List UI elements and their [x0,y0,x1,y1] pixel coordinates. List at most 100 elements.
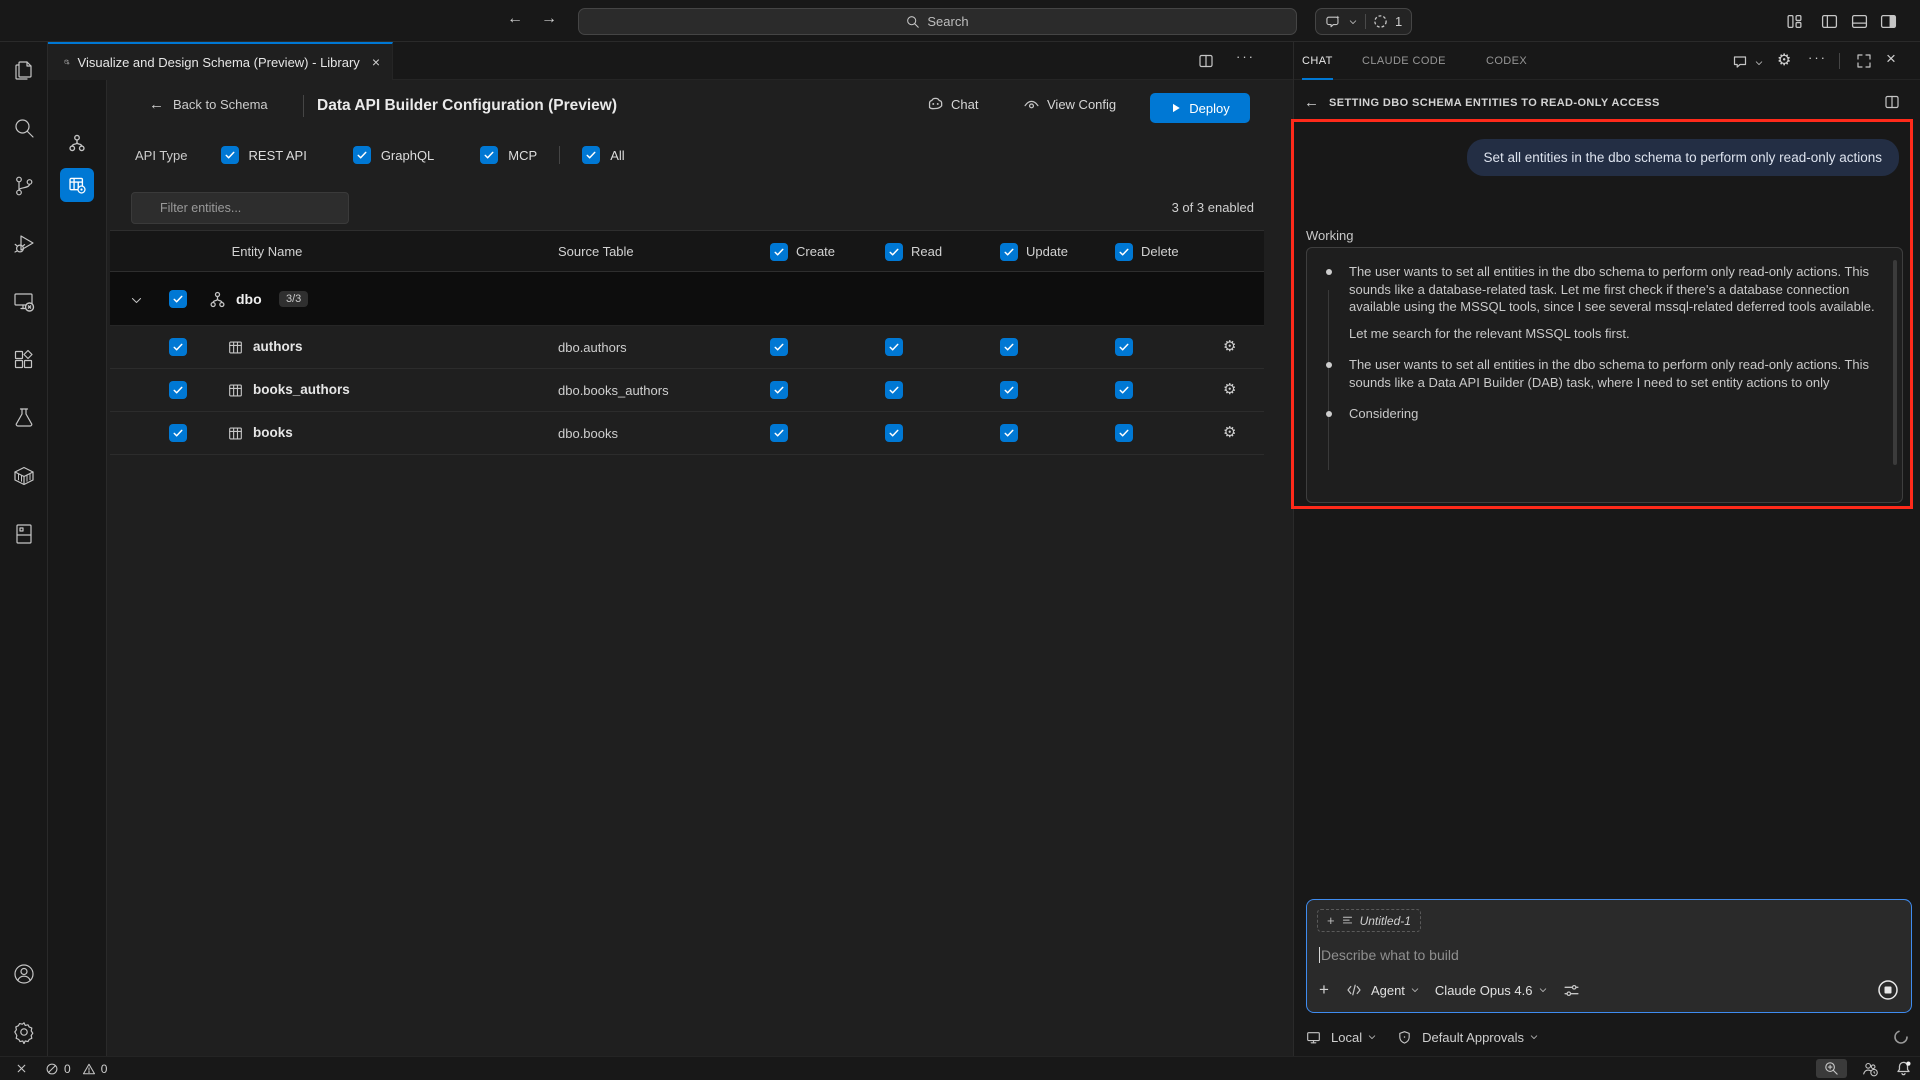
chat-more-icon[interactable]: ··· [1808,50,1827,65]
filter-entities-input[interactable] [131,192,349,224]
mode-selector[interactable]: Agent [1371,983,1420,998]
back-to-schema-button[interactable]: ← Back to Schema [149,96,268,113]
row-settings-gear-icon[interactable]: ⚙ [1223,337,1236,355]
create-checkbox[interactable] [770,338,788,356]
tab-codex[interactable]: CODEX [1486,42,1527,80]
chevron-down-icon[interactable] [1754,58,1764,68]
thought-scrollbar[interactable] [1893,260,1897,465]
table-row[interactable]: authors dbo.authors ⚙ [110,326,1264,369]
update-checkbox[interactable] [1000,424,1018,442]
dab-config-view-button[interactable] [60,168,94,202]
editor-actions-more-icon[interactable]: ··· [1236,49,1255,64]
schema-group-row-dbo[interactable]: dbo 3/3 [110,272,1264,326]
bullet-dot [1326,411,1332,417]
command-search-input[interactable]: Search [578,8,1297,35]
approvals-selector[interactable]: Default Approvals [1422,1030,1539,1045]
rest-api-checkbox[interactable] [221,146,239,164]
read-checkbox[interactable] [885,424,903,442]
customize-layout-icon[interactable] [1786,13,1803,30]
row-checkbox[interactable] [169,381,187,399]
divider [1839,53,1840,69]
toggle-primary-sidebar-icon[interactable] [1821,13,1838,30]
progress-circle-icon[interactable] [1373,14,1388,29]
thought-item: The user wants to set all entities in th… [1323,263,1876,342]
close-panel-icon[interactable]: × [1886,49,1896,69]
source-control-icon[interactable] [12,174,36,198]
update-checkbox[interactable] [1000,381,1018,399]
chat-button[interactable]: Chat [927,96,978,113]
tools-sliders-icon[interactable] [1563,982,1580,999]
table-row[interactable]: books dbo.books ⚙ [110,412,1264,455]
model-selector[interactable]: Claude Opus 4.6 [1435,983,1548,998]
nav-forward-icon[interactable]: → [541,10,557,28]
col-create-checkbox[interactable] [770,243,788,261]
tab-visualize-schema[interactable]: Visualize and Design Schema (Preview) - … [48,42,393,80]
row-checkbox[interactable] [169,338,187,356]
col-update-checkbox[interactable] [1000,243,1018,261]
environment-selector[interactable]: Local [1331,1030,1377,1045]
expand-icon[interactable] [1856,53,1872,69]
mcp-checkbox[interactable] [480,146,498,164]
deploy-button[interactable]: Deploy [1150,93,1250,123]
toggle-secondary-sidebar-icon[interactable] [1880,13,1897,30]
delete-checkbox[interactable] [1115,424,1133,442]
add-context-icon[interactable]: + [1327,913,1335,928]
comment-icon[interactable] [1732,54,1748,70]
extensions-icon[interactable] [12,348,36,372]
all-checkbox[interactable] [582,146,600,164]
settings-gear-icon[interactable] [12,1020,36,1044]
split-editor-icon[interactable] [1198,53,1214,69]
create-checkbox[interactable] [770,381,788,399]
copilot-chat-icon[interactable] [1325,14,1341,30]
run-debug-icon[interactable] [12,232,36,256]
activity-bar [0,42,48,1056]
explorer-icon[interactable] [12,58,36,82]
stop-button[interactable] [1877,979,1899,1001]
remote-explorer-icon[interactable] [12,290,36,314]
toggle-panel-icon[interactable] [1851,13,1868,30]
schema-view-icon[interactable] [68,134,86,152]
chat-input-field[interactable]: Describe what to build [1319,947,1459,963]
account-icon[interactable] [12,962,36,986]
row-checkbox[interactable] [169,424,187,442]
container-icon[interactable] [12,464,36,488]
context-chip[interactable]: + Untitled-1 [1317,909,1421,932]
update-checkbox[interactable] [1000,338,1018,356]
open-session-editor-icon[interactable] [1884,94,1900,110]
delete-checkbox[interactable] [1115,381,1133,399]
row-settings-gear-icon[interactable]: ⚙ [1223,423,1236,441]
chevron-down-icon[interactable] [1348,17,1358,27]
chevron-down-icon[interactable] [130,294,143,307]
agent-mode-icon[interactable] [1346,982,1362,998]
col-read-checkbox[interactable] [885,243,903,261]
group-checkbox[interactable] [169,290,187,308]
session-back-icon[interactable]: ← [1304,94,1319,111]
read-checkbox[interactable] [885,381,903,399]
remote-indicator-icon[interactable] [14,1061,29,1076]
view-config-button[interactable]: View Config [1023,96,1116,113]
attach-icon[interactable]: + [1319,980,1329,1000]
create-checkbox[interactable] [770,424,788,442]
chat-input-box[interactable]: + Untitled-1 Describe what to build + Ag… [1306,899,1912,1013]
testing-icon[interactable] [12,406,36,430]
table-row[interactable]: books_authors dbo.books_authors ⚙ [110,369,1264,412]
tab-chat[interactable]: CHAT [1302,42,1333,80]
search-sidebar-icon[interactable] [12,116,36,140]
row-settings-gear-icon[interactable]: ⚙ [1223,380,1236,398]
storage-icon[interactable] [12,522,36,546]
copilot-control-group[interactable]: 1 [1315,8,1412,35]
problems-indicator[interactable]: 0 0 [45,1062,107,1076]
notifications-bell-icon[interactable] [1895,1060,1912,1077]
tab-close-icon[interactable]: × [372,54,380,70]
accounts-icon[interactable] [1861,1060,1879,1078]
delete-checkbox[interactable] [1115,338,1133,356]
col-delete-checkbox[interactable] [1115,243,1133,261]
graphql-checkbox[interactable] [353,146,371,164]
eye-icon [1023,96,1040,113]
tab-claude-code[interactable]: CLAUDE CODE [1362,42,1446,80]
nav-back-icon[interactable]: ← [507,10,523,28]
agent-thinking-box[interactable]: The user wants to set all entities in th… [1306,247,1903,503]
chat-settings-gear-icon[interactable]: ⚙ [1777,50,1791,69]
read-checkbox[interactable] [885,338,903,356]
zoom-status-item[interactable] [1816,1059,1847,1078]
